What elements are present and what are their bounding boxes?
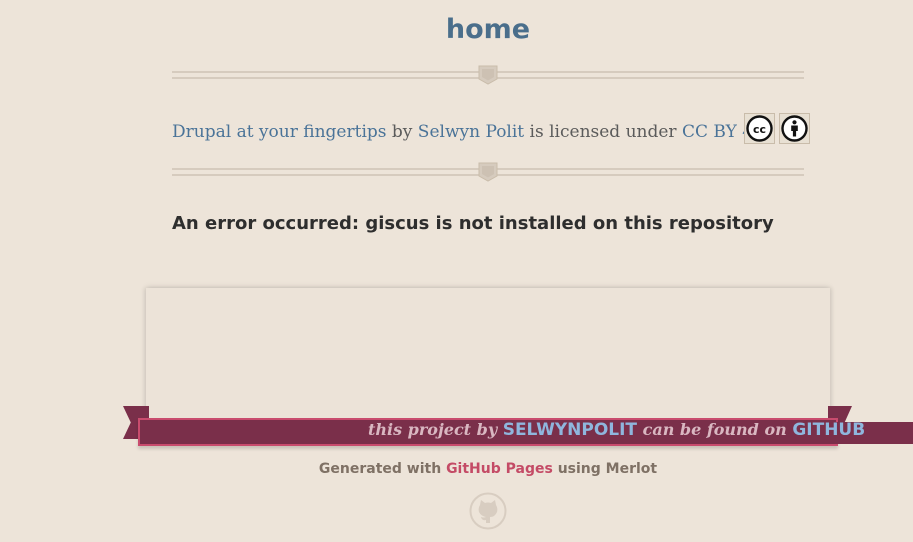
github-link[interactable]: GITHUB bbox=[792, 420, 865, 440]
shield-divider-icon bbox=[478, 65, 498, 85]
creative-commons-icon[interactable]: cc bbox=[744, 113, 775, 144]
shield-divider-icon bbox=[478, 162, 498, 182]
github-octocat-icon[interactable] bbox=[469, 492, 507, 530]
owner-link[interactable]: SELWYNPOLIT bbox=[503, 420, 637, 440]
github-pages-link[interactable]: GitHub Pages bbox=[446, 461, 553, 477]
divider bbox=[172, 65, 804, 85]
comments-error-message: An error occurred: giscus is not install… bbox=[172, 213, 774, 234]
by-text: by bbox=[391, 122, 413, 142]
ribbon-prefix: this project by bbox=[368, 420, 498, 439]
author-link[interactable]: Selwyn Polit bbox=[418, 122, 524, 142]
footer-card bbox=[146, 288, 830, 420]
ribbon-text: this project by SELWYNPOLIT can be found… bbox=[368, 420, 865, 440]
divider bbox=[172, 162, 804, 182]
generated-prefix: Generated with bbox=[318, 461, 442, 477]
ribbon-middle: can be found on bbox=[642, 420, 787, 439]
license-line: Drupal at your fingertips by Selwyn Poli… bbox=[172, 122, 769, 142]
svg-text:cc: cc bbox=[753, 123, 766, 136]
generated-suffix: using Merlot bbox=[557, 461, 658, 477]
work-link[interactable]: Drupal at your fingertips bbox=[172, 122, 386, 142]
attribution-icon[interactable] bbox=[779, 113, 810, 144]
generated-credit: Generated with GitHub Pages using Merlot bbox=[0, 461, 913, 477]
licensed-text: is licensed under bbox=[529, 122, 677, 142]
page-title: home bbox=[445, 14, 531, 45]
